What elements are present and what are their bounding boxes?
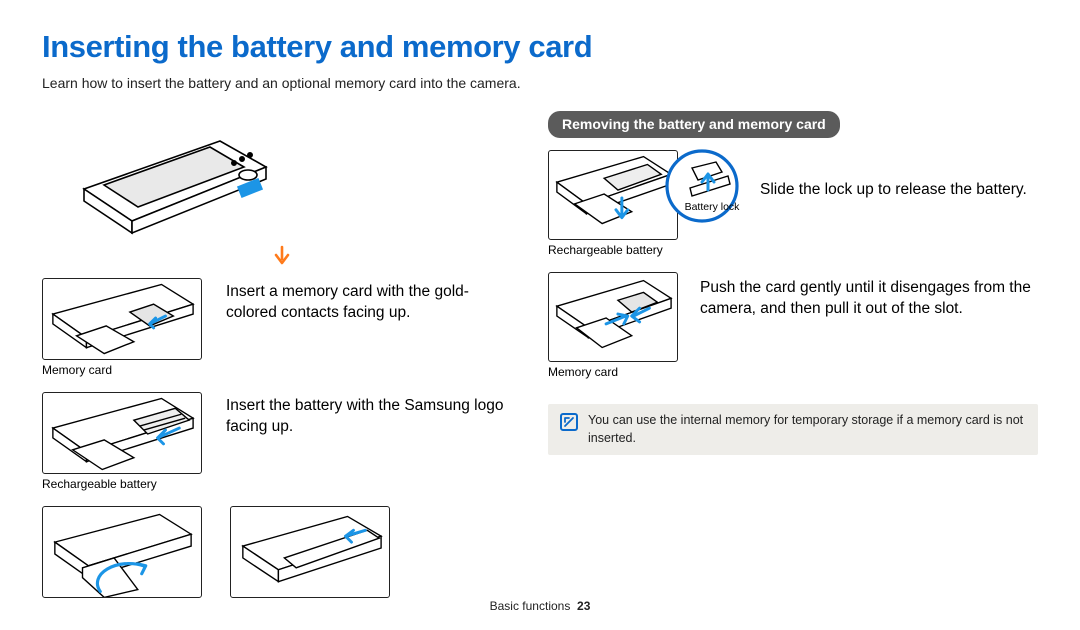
- close-door-illustration-2: [230, 506, 390, 598]
- insert-memory-card-text: Insert a memory card with the gold-color…: [226, 278, 512, 324]
- note-icon: [560, 413, 578, 431]
- remove-battery-caption: Rechargeable battery: [548, 242, 678, 258]
- remove-memory-caption: Memory card: [548, 364, 678, 380]
- camera-illustration: [52, 111, 512, 274]
- footer-section: Basic functions: [490, 599, 571, 613]
- insert-battery-illustration: [42, 392, 202, 474]
- insert-memory-card-illustration: [42, 278, 202, 360]
- page-footer: Basic functions 23: [0, 598, 1080, 614]
- page-subtitle: Learn how to insert the battery and an o…: [42, 74, 1038, 93]
- close-door-illustration-1: [42, 506, 202, 598]
- insert-battery-text: Insert the battery with the Samsung logo…: [226, 392, 512, 438]
- remove-battery-illustration: [548, 150, 678, 240]
- footer-page-number: 23: [577, 599, 590, 613]
- memory-card-caption: Memory card: [42, 362, 202, 378]
- remove-memory-text: Push the card gently until it disengages…: [700, 272, 1038, 320]
- remove-memory-card-illustration: [548, 272, 678, 362]
- arrow-down-icon: [52, 245, 512, 274]
- battery-caption: Rechargeable battery: [42, 476, 202, 492]
- note-box: You can use the internal memory for temp…: [548, 404, 1038, 455]
- remove-battery-text: Slide the lock up to release the battery…: [760, 150, 1038, 201]
- note-text: You can use the internal memory for temp…: [588, 412, 1026, 447]
- page-title: Inserting the battery and memory card: [42, 26, 1038, 68]
- battery-lock-label-text: Battery lock: [682, 200, 742, 214]
- removing-heading: Removing the battery and memory card: [548, 111, 840, 138]
